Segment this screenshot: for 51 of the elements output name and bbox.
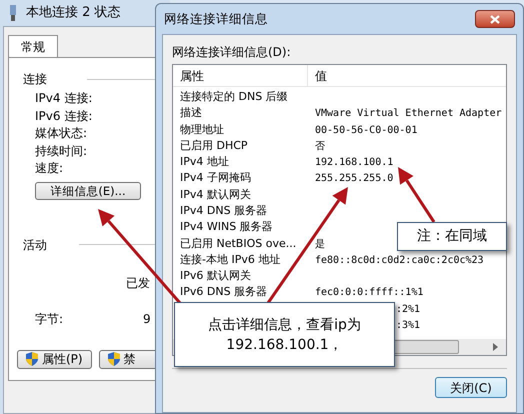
value-cell: fe80::8c0d:c0d2:ca0c:2c0c%23	[315, 254, 484, 266]
value-cell: 否	[315, 140, 325, 152]
shield-icon	[26, 352, 38, 366]
value-cell: VMware Virtual Ethernet Adapter	[315, 108, 502, 120]
value-cell: 192.168.100.1	[315, 157, 394, 168]
property-cell: IPv4 WINS 服务器	[180, 220, 273, 234]
value-cell: 255.255.255.0	[315, 173, 394, 184]
property-cell: IPv4 子网掩码	[180, 171, 251, 184]
field-label: 速度:	[35, 160, 64, 177]
property-cell: 已启用 DHCP	[180, 138, 248, 152]
value-cell: :3%1	[396, 320, 420, 332]
property-cell: 物理地址	[180, 122, 224, 136]
section-heading: 连接	[23, 71, 47, 88]
value-cell: fec0:0:0:ffff::1%1	[315, 287, 424, 298]
bytes-value: 9	[143, 310, 151, 328]
sent-label: 已发	[126, 276, 150, 290]
dialog-title: 网络连接详细信息	[164, 10, 268, 28]
field-label: IPv4 连接:	[35, 90, 94, 107]
bytes-label: 字节:	[35, 310, 64, 328]
property-cell: 连接-本地 IPv6 地址	[180, 252, 280, 266]
scroll-right-icon	[493, 343, 498, 351]
section-heading: 活动	[23, 236, 47, 254]
field-label: IPv6 连接:	[35, 108, 94, 124]
column-header[interactable]: 属性	[173, 65, 308, 86]
close-button[interactable]	[475, 10, 515, 28]
property-cell: 连接特定的 DNS 后缀	[180, 90, 288, 103]
property-cell: IPv4 DNS 服务器	[180, 204, 268, 217]
property-cell: 已启用 NetBIOS ove...	[180, 236, 296, 250]
field-label: 持续时间:	[35, 142, 88, 160]
value-cell: 是	[315, 238, 325, 250]
shield-button[interactable]: 属性(P)	[17, 350, 92, 368]
close-icon	[490, 14, 500, 24]
note-tooltip: 注：在同域	[397, 222, 507, 251]
property-cell: IPv4 默认网关	[180, 188, 251, 201]
shield-icon	[108, 352, 120, 366]
list-label: 网络连接详细信息(D):	[172, 44, 292, 61]
details-button[interactable]: 详细信息(E)...	[35, 182, 141, 200]
window-title: 本地连接 2 状态	[26, 4, 121, 22]
tab[interactable]: 常规	[8, 35, 58, 57]
value-cell: 00-50-56-C0-00-01	[315, 124, 418, 136]
arrow	[398, 167, 436, 223]
field-label: 媒体状态:	[35, 125, 88, 142]
property-cell: IPv4 地址	[180, 155, 229, 168]
network-adapter-icon	[8, 5, 18, 21]
property-cell: 描述	[180, 106, 202, 120]
close-dialog-button[interactable]: 关闭(C)	[435, 377, 507, 398]
property-cell: IPv6 DNS 服务器	[180, 285, 268, 298]
property-cell: IPv6 默认网关	[180, 269, 251, 282]
note-tooltip: 点击详细信息，查看ip为 192.168.100.1，	[174, 302, 395, 367]
value-cell: :2%1	[396, 304, 420, 315]
column-header[interactable]: 值	[308, 65, 506, 86]
